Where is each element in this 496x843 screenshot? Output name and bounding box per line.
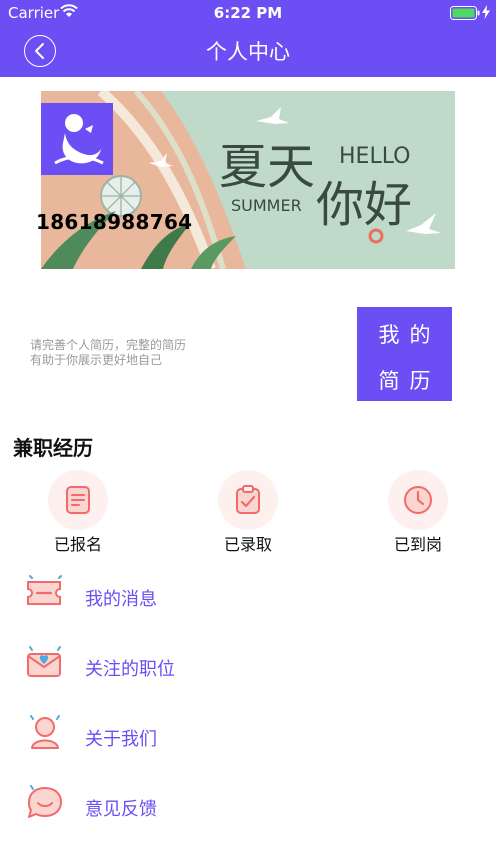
battery-icon [450, 6, 480, 20]
phone-number: 18618988764 [36, 210, 193, 234]
section-title-part-time: 兼职经历 [13, 436, 93, 460]
status-icon-circle [388, 470, 448, 530]
status-icon-circle [48, 470, 108, 530]
resume-hint-line: 请完善个人简历，完整的简历 [30, 338, 187, 352]
status-label: 已到岗 [393, 535, 442, 554]
status-bar: Carrier 6:22 PM [0, 0, 496, 26]
nav-bar: Carrier 6:22 PM 个人中心 [0, 0, 496, 77]
status-icon-circle [218, 470, 278, 530]
clock-icon [404, 486, 432, 514]
heart-envelope-icon [27, 646, 61, 677]
banner-text-hello-cn: 你好 [316, 177, 412, 233]
banner-text-hello: HELLO [339, 144, 411, 169]
status-label: 已录取 [223, 535, 272, 554]
banner-text-summer: SUMMER [231, 196, 302, 215]
menu-item-my-messages[interactable]: 我的消息 [0, 572, 496, 622]
resume-hint-line: 有助于你展示更好地自己 [30, 353, 163, 367]
menu-item-followed-jobs[interactable]: 关注的职位 [0, 642, 496, 692]
resume-hint: 请完善个人简历，完整的简历 有助于你展示更好地自己 [30, 338, 220, 368]
clock: 6:22 PM [213, 4, 283, 22]
ticket-icon [27, 575, 62, 605]
banner-text-summer-cn: 夏天 [219, 139, 315, 195]
clipboard-check-icon [236, 485, 260, 514]
charging-icon [482, 5, 490, 19]
menu-item-label: 意见反馈 [85, 799, 157, 820]
menu-item-label: 关注的职位 [85, 659, 175, 680]
menu-item-feedback[interactable]: 意见反馈 [0, 782, 496, 832]
resume-button-label: 简历 [378, 369, 441, 393]
menu-item-about-us[interactable]: 关于我们 [0, 712, 496, 762]
form-icon [66, 486, 90, 514]
page-title: 个人中心 [206, 40, 290, 64]
chat-bubble-icon [28, 785, 62, 818]
avatar[interactable] [41, 103, 113, 175]
person-icon [30, 715, 60, 749]
menu-item-label: 我的消息 [85, 589, 157, 610]
status-label: 已报名 [53, 535, 102, 554]
my-resume-button[interactable]: 我的 简历 [357, 307, 452, 401]
mermaid-logo-icon [54, 114, 104, 165]
menu-item-label: 关于我们 [85, 729, 157, 750]
resume-button-label: 我的 [378, 323, 441, 347]
